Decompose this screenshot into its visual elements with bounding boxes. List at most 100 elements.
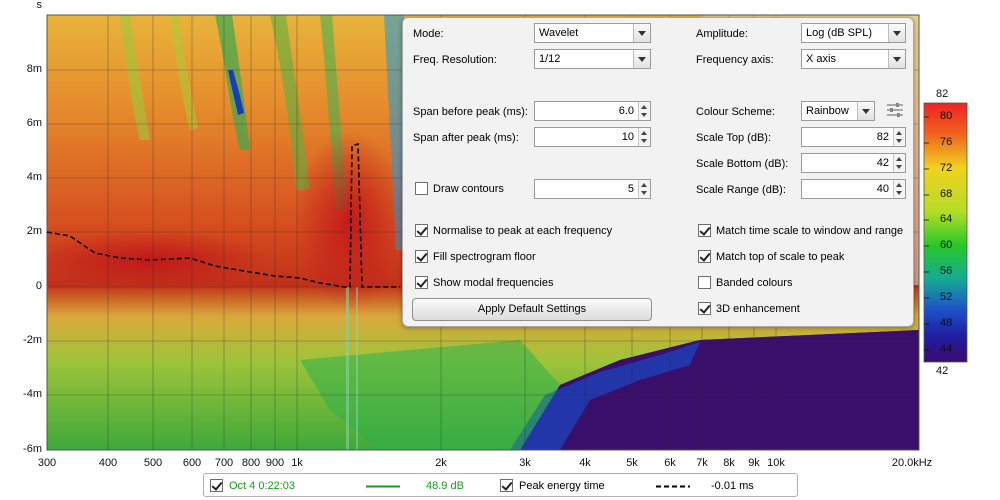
colour-scheme-select[interactable]: Rainbow xyxy=(801,101,875,121)
scale-bottom-spinner[interactable]: 42 xyxy=(801,153,906,173)
x-tick-label: 7k xyxy=(696,457,708,469)
amplitude-select-value: Log (dB SPL) xyxy=(806,27,873,39)
colour-scale-tick: 72 xyxy=(940,162,953,174)
colour-scale-tick: 44 xyxy=(940,343,953,355)
y-tick-label: 6m xyxy=(26,117,42,129)
normalise-checkbox[interactable] xyxy=(415,224,428,237)
scale-range-label: Scale Range (dB): xyxy=(696,184,786,196)
x-tick-label: 8k xyxy=(723,457,735,469)
x-tick-label: 300 xyxy=(37,457,57,469)
fill-floor-label: Fill spectrogram floor xyxy=(433,251,536,263)
y-axis-unit-label: s xyxy=(36,0,43,11)
scale-top-label: Scale Top (dB): xyxy=(696,132,772,144)
spinner-buttons[interactable] xyxy=(893,180,905,198)
chevron-down-icon[interactable] xyxy=(857,102,874,120)
spin-up-icon[interactable] xyxy=(896,157,902,161)
series-visibility-checkbox[interactable] xyxy=(210,479,223,492)
scale-range-spinner[interactable]: 40 xyxy=(801,179,906,199)
frequency-axis-value: X axis xyxy=(806,53,836,65)
match-top-scale-checkbox[interactable] xyxy=(698,250,711,263)
y-tick-label: -4m xyxy=(23,388,42,400)
spinner-buttons[interactable] xyxy=(893,154,905,172)
span-after-peak-value: 10 xyxy=(621,131,634,143)
normalise-label: Normalise to peak at each frequency xyxy=(433,225,613,237)
colour-scale-tick: 64 xyxy=(940,213,953,225)
chevron-down-icon[interactable] xyxy=(633,24,650,42)
scale-bottom-label: Scale Bottom (dB): xyxy=(696,158,789,170)
chevron-down-icon[interactable] xyxy=(888,50,905,68)
span-after-peak-spinner[interactable]: 10 xyxy=(534,127,651,147)
spin-down-icon[interactable] xyxy=(896,165,902,169)
colour-scale-tick: 60 xyxy=(940,239,953,251)
spinner-buttons[interactable] xyxy=(638,102,650,120)
amplitude-select[interactable]: Log (dB SPL) xyxy=(801,23,906,43)
x-tick-label: 20.0kHz xyxy=(891,457,933,469)
spin-down-icon[interactable] xyxy=(896,191,902,195)
spectrogram-settings-panel: Mode: Wavelet Amplitude: Log (dB SPL) Fr… xyxy=(402,17,914,327)
sliders-icon[interactable] xyxy=(886,102,904,118)
spin-down-icon[interactable] xyxy=(641,139,647,143)
x-tick-label: 5k xyxy=(626,457,638,469)
peak-energy-checkbox[interactable] xyxy=(500,479,513,492)
fill-floor-checkbox[interactable] xyxy=(415,250,428,263)
match-time-scale-label: Match time scale to window and range xyxy=(716,225,904,237)
spin-down-icon[interactable] xyxy=(896,139,902,143)
draw-contours-label: Draw contours xyxy=(433,183,504,195)
colour-scale-tick: 48 xyxy=(940,317,953,329)
y-tick-label: 2m xyxy=(26,225,42,237)
series-name: Oct 4 0:22:03 xyxy=(229,480,296,492)
spinner-buttons[interactable] xyxy=(893,128,905,146)
series-line-swatch xyxy=(366,485,400,488)
banded-colours-checkbox[interactable] xyxy=(698,276,711,289)
span-before-peak-label: Span before peak (ms): xyxy=(413,106,528,118)
x-tick-label: 3k xyxy=(519,457,531,469)
spinner-buttons[interactable] xyxy=(638,180,650,198)
x-tick-label: 600 xyxy=(182,457,202,469)
colour-scale-max: 82 xyxy=(936,88,949,100)
scale-top-spinner[interactable]: 82 xyxy=(801,127,906,147)
chevron-down-icon[interactable] xyxy=(633,50,650,68)
match-time-scale-checkbox[interactable] xyxy=(698,224,711,237)
y-tick-label: 4m xyxy=(26,171,42,183)
spin-up-icon[interactable] xyxy=(641,183,647,187)
span-before-peak-spinner[interactable]: 6.0 xyxy=(534,101,651,121)
mode-select[interactable]: Wavelet xyxy=(534,23,651,43)
spin-down-icon[interactable] xyxy=(641,113,647,117)
spin-up-icon[interactable] xyxy=(641,105,647,109)
freq-resolution-select[interactable]: 1/12 xyxy=(534,49,651,69)
y-tick-label: -6m xyxy=(23,443,42,455)
freq-resolution-value: 1/12 xyxy=(539,53,561,65)
frequency-axis-label: Frequency axis: xyxy=(696,54,774,66)
draw-contours-checkbox[interactable] xyxy=(415,182,428,195)
colour-scale-tick: 76 xyxy=(940,136,953,148)
span-after-peak-label: Span after peak (ms): xyxy=(413,132,519,144)
x-tick-label: 400 xyxy=(98,457,118,469)
x-tick-label: 500 xyxy=(143,457,163,469)
3d-enhancement-label: 3D enhancement xyxy=(716,303,800,315)
spin-up-icon[interactable] xyxy=(896,183,902,187)
legend-bar: Oct 4 0:22:03 48.9 dB Peak energy time -… xyxy=(203,473,798,497)
colour-scale-tick: 52 xyxy=(940,291,953,303)
contours-value: 5 xyxy=(627,183,634,195)
x-tick-label: 700 xyxy=(214,457,234,469)
freq-resolution-label: Freq. Resolution: xyxy=(413,54,497,66)
spin-down-icon[interactable] xyxy=(641,191,647,195)
x-tick-label: 9k xyxy=(748,457,760,469)
x-tick-label: 1k xyxy=(291,457,303,469)
chevron-down-icon[interactable] xyxy=(888,24,905,42)
contours-spinner[interactable]: 5 xyxy=(534,179,651,199)
frequency-axis-select[interactable]: X axis xyxy=(801,49,906,69)
3d-enhancement-checkbox[interactable] xyxy=(698,302,711,315)
spin-up-icon[interactable] xyxy=(896,131,902,135)
spinner-buttons[interactable] xyxy=(638,128,650,146)
peak-energy-value: -0.01 ms xyxy=(711,480,754,492)
spin-up-icon[interactable] xyxy=(641,131,647,135)
y-tick-label: -2m xyxy=(23,334,42,346)
modal-frequencies-checkbox[interactable] xyxy=(415,276,428,289)
apply-default-settings-button[interactable]: Apply Default Settings xyxy=(412,298,652,321)
series-value: 48.9 dB xyxy=(426,480,464,492)
mode-select-value: Wavelet xyxy=(539,27,579,39)
banded-colours-label: Banded colours xyxy=(716,277,793,289)
x-tick-label: 4k xyxy=(579,457,591,469)
scale-range-value: 40 xyxy=(876,183,889,195)
